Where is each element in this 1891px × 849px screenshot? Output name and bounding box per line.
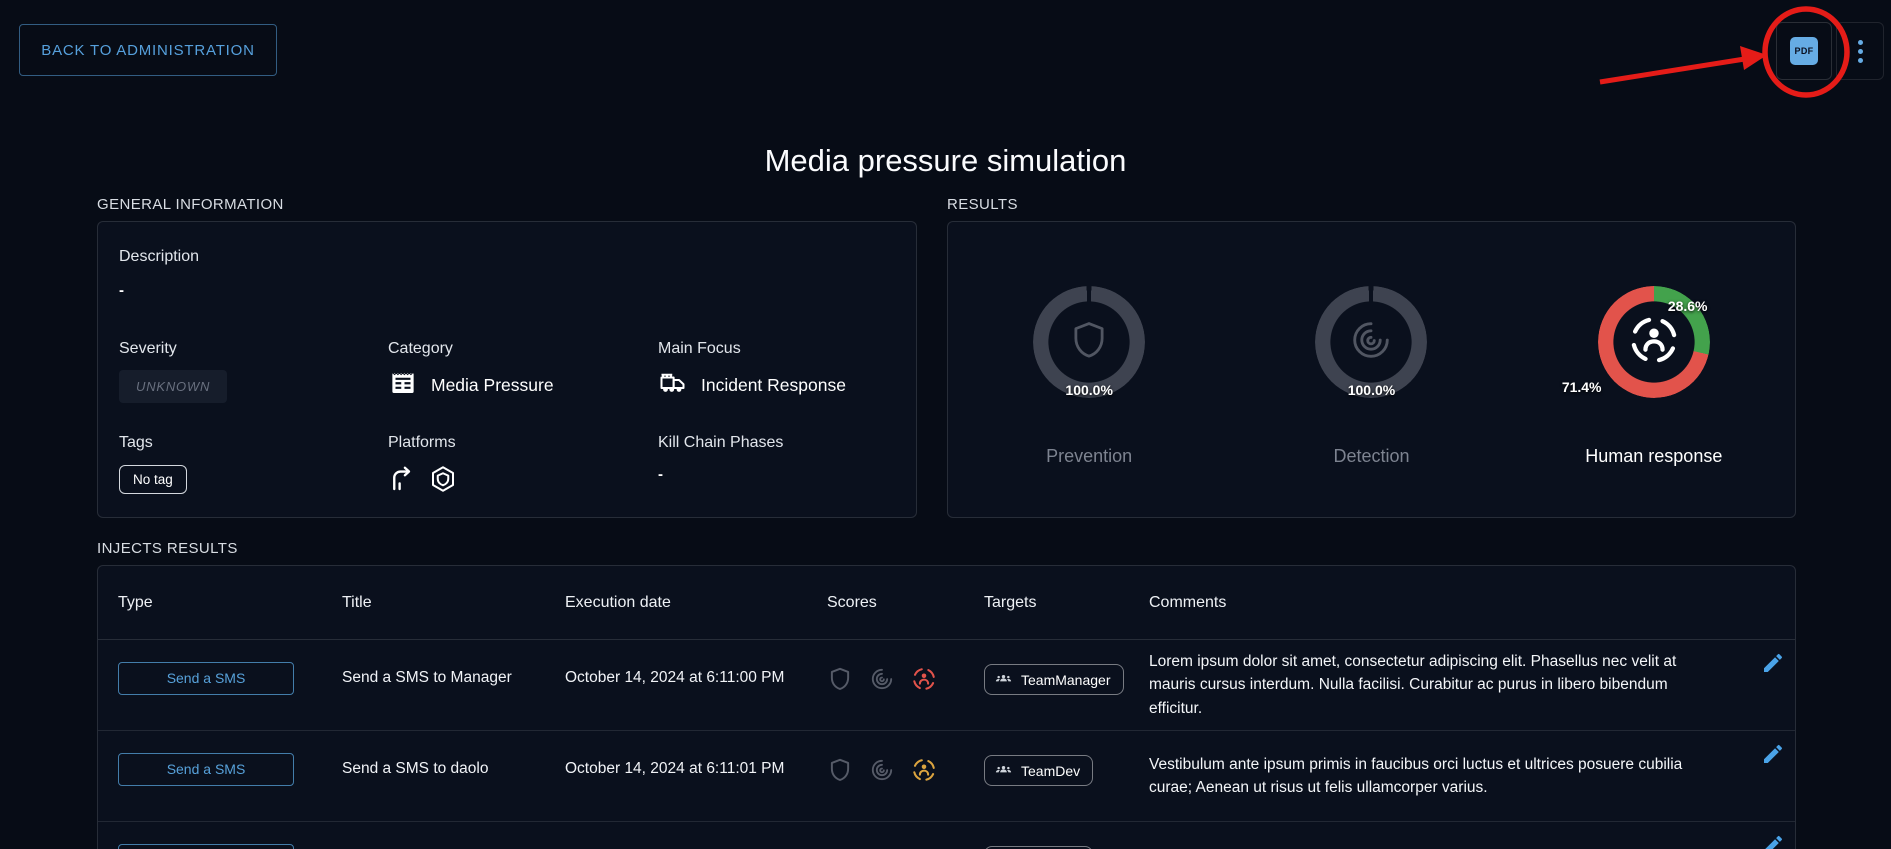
inject-row: Publish a media pre Publish a media pres… <box>98 822 1795 849</box>
inject-type-chip: Send a SMS <box>118 662 294 695</box>
chart-caption: Prevention <box>1046 446 1132 467</box>
category-value: Media Pressure <box>431 375 554 396</box>
target-chip: TeamDev <box>984 755 1093 786</box>
target-name: TeamManager <box>1021 672 1111 688</box>
donut-center-score: 100.0% <box>1033 382 1145 398</box>
results-charts: 100.0% Prevention 100.0% Detection <box>948 222 1795 467</box>
column-header-type: Type <box>118 594 153 612</box>
description-value: - <box>119 282 199 299</box>
severity-chip: UNKNOWN <box>119 370 227 403</box>
prevention-icon <box>827 757 853 783</box>
donut-chart: 100.0% <box>1315 286 1427 398</box>
top-action-group: PDF <box>1776 22 1884 80</box>
human-response-icon <box>1627 313 1681 372</box>
prevention-icon <box>827 666 853 692</box>
inject-row: Send a SMS Send a SMS to Manager October… <box>98 640 1795 731</box>
route-icon <box>388 464 418 499</box>
prevention-icon <box>1068 319 1110 366</box>
detection-icon <box>869 757 895 783</box>
general-information-section-title: GENERAL INFORMATION <box>97 196 284 213</box>
donut-slice-label: 28.6% <box>1668 298 1708 314</box>
inject-targets: TeamManager <box>984 664 1124 695</box>
donut-chart: 28.6% 71.4% <box>1598 286 1710 398</box>
main-focus-value: Incident Response <box>701 375 846 396</box>
inject-row: Send a SMS Send a SMS to daolo October 1… <box>98 731 1795 822</box>
results-panel: 100.0% Prevention 100.0% Detection <box>947 221 1796 518</box>
simulation-report-page: BACK TO ADMINISTRATION PDF Media pressur… <box>0 0 1891 849</box>
human-response-icon <box>911 757 937 783</box>
column-header-scores: Scores <box>827 594 877 612</box>
result-chart: 28.6% 71.4% Human response <box>1519 286 1789 467</box>
column-header-execution-date: Execution date <box>565 594 671 612</box>
page-title: Media pressure simulation <box>0 143 1891 179</box>
inject-title: Send a SMS to daolo <box>342 757 547 780</box>
hexagon-shield-icon <box>428 464 458 499</box>
back-to-administration-button[interactable]: BACK TO ADMINISTRATION <box>19 24 277 76</box>
result-chart: 100.0% Detection <box>1236 286 1506 467</box>
inject-type-chip: Publish a media pre <box>118 844 294 849</box>
main-focus-label: Main Focus <box>658 340 846 358</box>
kebab-menu-icon <box>1858 40 1863 63</box>
platforms-label: Platforms <box>388 434 458 452</box>
injects-results-table: Type Title Execution date Scores Targets… <box>97 565 1796 849</box>
pdf-icon: PDF <box>1790 37 1818 65</box>
inject-comment: Lorem ipsum dolor sit amet, consectetur … <box>1149 650 1711 720</box>
results-section-title: RESULTS <box>947 196 1018 213</box>
donut-chart: 100.0% <box>1033 286 1145 398</box>
inject-type-chip: Send a SMS <box>118 753 294 786</box>
general-information-panel: Description - Severity UNKNOWN Category … <box>97 221 917 518</box>
newspaper-icon <box>388 368 418 403</box>
human-response-icon <box>911 666 937 692</box>
no-tag-chip: No tag <box>119 465 187 494</box>
edit-pencil-icon[interactable] <box>1761 651 1785 680</box>
description-label: Description <box>119 248 199 266</box>
column-header-comments: Comments <box>1149 594 1226 612</box>
inject-execution-date: October 14, 2024 at 6:11:00 PM <box>565 666 810 690</box>
inject-scores <box>827 666 937 692</box>
edit-pencil-icon[interactable] <box>1761 742 1785 771</box>
edit-pencil-icon[interactable] <box>1761 833 1785 849</box>
column-header-targets: Targets <box>984 594 1036 612</box>
inject-comment: Vestibulum ante ipsum primis in faucibus… <box>1149 753 1711 800</box>
severity-label: Severity <box>119 340 227 358</box>
kill-chain-phases-label: Kill Chain Phases <box>658 434 783 452</box>
injects-results-section-title: INJECTS RESULTS <box>97 540 238 557</box>
more-menu-button[interactable] <box>1836 22 1884 80</box>
groups-icon <box>994 669 1013 691</box>
inject-execution-date: October 14, 2024 at 6:11:01 PM <box>565 757 810 781</box>
column-header-title: Title <box>342 594 372 612</box>
tags-label: Tags <box>119 434 187 452</box>
fire-truck-icon <box>658 368 688 403</box>
donut-slice-label: 71.4% <box>1562 379 1602 395</box>
target-chip: TeamManager <box>984 664 1124 695</box>
result-chart: 100.0% Prevention <box>954 286 1224 467</box>
target-name: TeamDev <box>1021 763 1080 779</box>
groups-icon <box>994 760 1013 782</box>
kill-chain-phases-value: - <box>658 466 783 483</box>
detection-icon <box>869 666 895 692</box>
table-header-row: Type Title Execution date Scores Targets… <box>98 566 1795 640</box>
donut-center-score: 100.0% <box>1315 382 1427 398</box>
export-pdf-button[interactable]: PDF <box>1776 22 1832 80</box>
chart-caption: Detection <box>1333 446 1409 467</box>
category-label: Category <box>388 340 554 358</box>
detection-icon <box>1348 317 1394 368</box>
chart-caption: Human response <box>1585 446 1722 467</box>
inject-targets: TeamDev <box>984 755 1093 786</box>
inject-title: Send a SMS to Manager <box>342 666 547 689</box>
inject-scores <box>827 757 937 783</box>
